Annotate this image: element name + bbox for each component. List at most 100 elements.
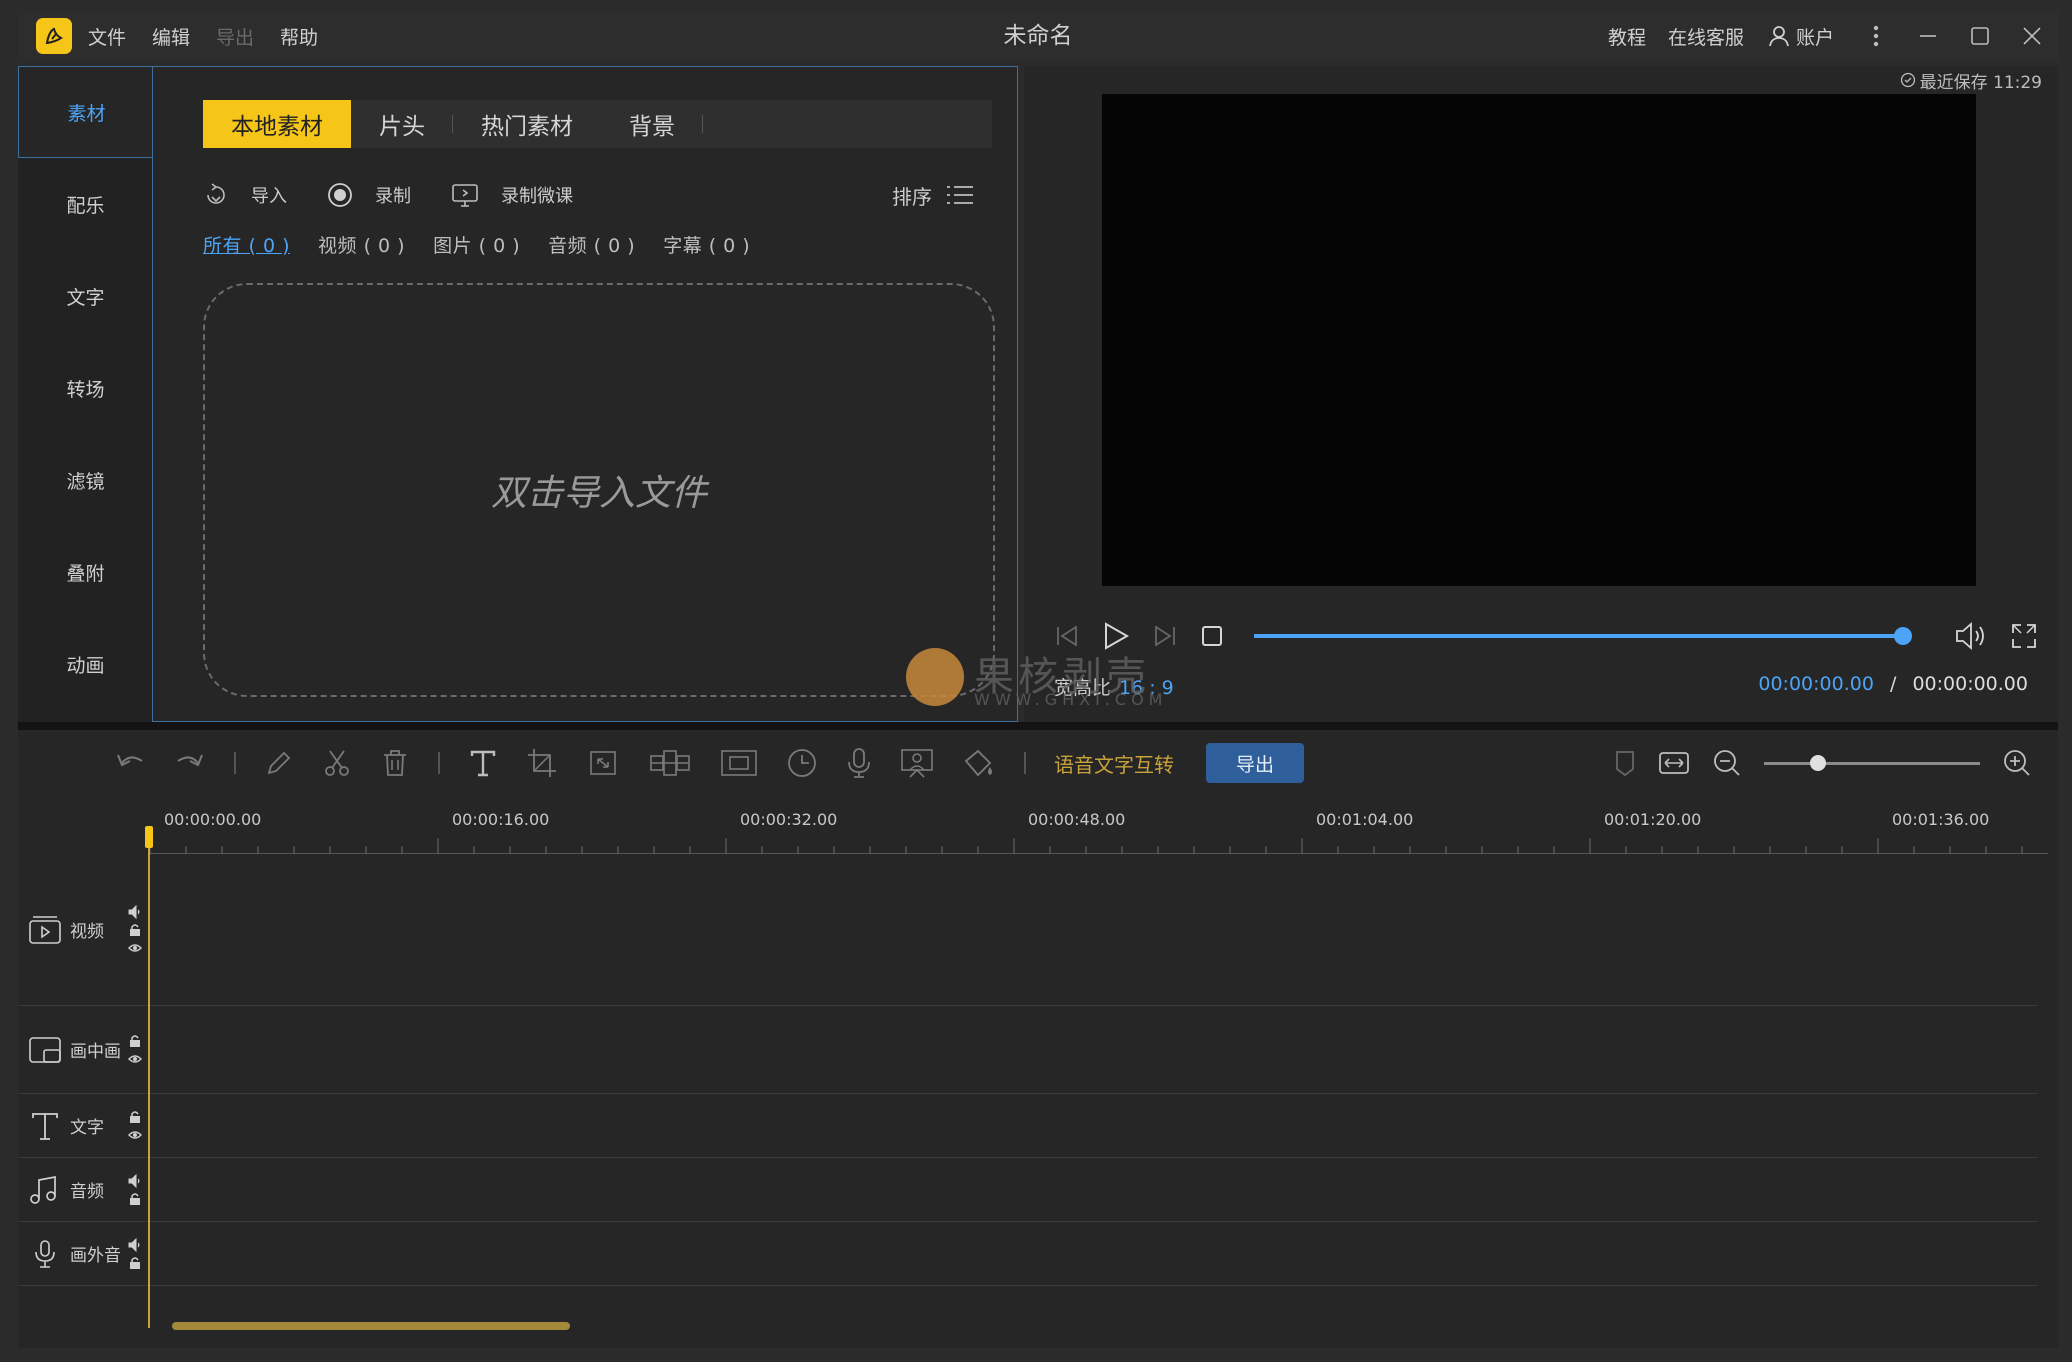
crop-button[interactable] <box>526 747 558 779</box>
media-toolbar: 导入 录制 录制微课 排序 <box>203 175 992 215</box>
nav-transition[interactable]: 转场 <box>18 342 153 434</box>
filter-image[interactable]: 图片 ( 0 ) <box>433 231 520 258</box>
fit-width-icon <box>1659 752 1689 774</box>
preview-screen <box>1102 94 1976 586</box>
timeline-horizontal-scrollbar[interactable] <box>172 1322 570 1330</box>
track-lock-icon[interactable] <box>128 1192 142 1206</box>
fullscreen-button[interactable] <box>2010 622 2038 650</box>
account-button[interactable]: 账户 <box>1766 23 1834 50</box>
track-lock-icon[interactable] <box>128 1110 142 1124</box>
mosaic-button[interactable] <box>648 748 692 778</box>
track-header-pip: 画中画 <box>28 1006 121 1093</box>
voiceover-button[interactable] <box>846 747 872 779</box>
nav-media[interactable]: 素材 <box>18 66 154 158</box>
track-mute-icon[interactable] <box>128 1237 142 1252</box>
resize-button[interactable] <box>586 747 620 779</box>
playback-progress[interactable] <box>1254 627 1912 645</box>
support-link[interactable]: 在线客服 <box>1668 23 1744 50</box>
track-pip[interactable]: 画中画 <box>18 1006 2038 1094</box>
nav-music[interactable]: 配乐 <box>18 158 153 250</box>
import-button[interactable]: 导入 <box>203 182 287 208</box>
screen-record-icon <box>452 184 478 207</box>
track-lock-icon[interactable] <box>128 1034 142 1048</box>
track-visibility-icon[interactable] <box>128 941 142 955</box>
zoom-slider-handle[interactable] <box>1810 754 1826 771</box>
filter-subtitle[interactable]: 字幕 ( 0 ) <box>663 231 750 258</box>
progress-handle[interactable] <box>1894 627 1912 645</box>
time-ruler[interactable]: 00:00:00.00 00:00:16.00 00:00:32.00 00:0… <box>148 796 2048 854</box>
tutorial-link[interactable]: 教程 <box>1608 23 1646 50</box>
tab-background[interactable]: 背景 <box>601 100 703 148</box>
stop-button[interactable] <box>1200 624 1224 648</box>
tab-local-media[interactable]: 本地素材 <box>203 100 351 148</box>
nav-overlay[interactable]: 叠附 <box>18 526 153 618</box>
filter-all[interactable]: 所有 ( 0 ) <box>203 231 290 258</box>
playhead-line[interactable] <box>148 828 150 1328</box>
track-audio[interactable]: 音频 <box>18 1158 2038 1222</box>
zoom-slider[interactable] <box>1764 754 1980 771</box>
video-track-icon <box>29 915 61 944</box>
text-tool-button[interactable] <box>468 748 498 778</box>
next-frame-icon <box>1155 625 1175 647</box>
delete-button[interactable] <box>380 748 410 778</box>
undo-button[interactable] <box>114 749 146 777</box>
volume-icon <box>1956 622 1984 650</box>
zoom-out-button[interactable] <box>1712 748 1742 778</box>
track-voiceover[interactable]: 画外音 <box>18 1222 2038 1286</box>
pencil-icon <box>267 751 291 775</box>
track-text[interactable]: 文字 <box>18 1094 2038 1158</box>
track-lock-icon[interactable] <box>128 1256 142 1270</box>
track-video[interactable]: 视频 <box>18 854 2038 1006</box>
title-bar: 文件 编辑 导出 帮助 未命名 教程 在线客服 账户 <box>18 10 2058 62</box>
zoom-in-button[interactable] <box>2002 748 2032 778</box>
maximize-button[interactable] <box>1954 10 2006 62</box>
import-dropzone[interactable]: 双击导入文件 <box>203 283 995 697</box>
track-visibility-icon[interactable] <box>128 1128 142 1142</box>
playhead-handle[interactable] <box>145 826 153 848</box>
prev-frame-button[interactable] <box>1054 623 1080 649</box>
marker-button[interactable] <box>1614 749 1636 777</box>
prev-frame-icon <box>1057 625 1077 647</box>
track-header-text: 文字 <box>28 1094 104 1157</box>
color-fill-button[interactable] <box>962 747 996 779</box>
speed-button[interactable] <box>786 747 818 779</box>
media-panel: 本地素材 片头 热门素材 背景 导入 录制 录制微课 排序 所有 (0) 视… <box>152 66 1018 722</box>
presenter-button[interactable] <box>900 747 934 779</box>
account-label: 账户 <box>1795 26 1834 49</box>
redo-button[interactable] <box>174 749 206 777</box>
filter-video[interactable]: 视频 ( 0 ) <box>318 231 405 258</box>
save-status: 最近保存 11:29 <box>1900 68 2042 93</box>
track-mute-icon[interactable] <box>128 904 142 919</box>
sort-button[interactable]: 排序 <box>892 175 974 215</box>
nav-text[interactable]: 文字 <box>18 250 153 342</box>
minimize-button[interactable] <box>1902 10 1954 62</box>
next-frame-button[interactable] <box>1152 623 1178 649</box>
microphone-icon <box>848 748 870 778</box>
fullscreen-icon <box>2012 624 2036 648</box>
menu-edit[interactable]: 编辑 <box>152 23 190 50</box>
nav-animation[interactable]: 动画 <box>18 618 153 710</box>
track-mute-icon[interactable] <box>128 1173 142 1188</box>
filter-audio[interactable]: 音频 ( 0 ) <box>548 231 635 258</box>
menu-help[interactable]: 帮助 <box>280 23 318 50</box>
edit-button[interactable] <box>264 748 294 778</box>
fit-timeline-button[interactable] <box>1658 750 1690 776</box>
volume-button[interactable] <box>1954 621 1988 651</box>
record-course-button[interactable]: 录制微课 <box>451 182 573 208</box>
menu-file[interactable]: 文件 <box>88 23 126 50</box>
tab-intro[interactable]: 片头 <box>351 100 453 148</box>
speech-to-text-button[interactable]: 语音文字互转 <box>1054 749 1174 778</box>
play-button[interactable] <box>1102 621 1130 651</box>
record-button[interactable]: 录制 <box>327 182 411 208</box>
track-lock-icon[interactable] <box>128 923 142 937</box>
close-button[interactable] <box>2006 10 2058 62</box>
menu-export[interactable]: 导出 <box>216 23 254 50</box>
split-button[interactable] <box>322 748 352 778</box>
more-menu-button[interactable] <box>1850 10 1902 62</box>
export-button[interactable]: 导出 <box>1206 743 1305 783</box>
nav-filter[interactable]: 滤镜 <box>18 434 153 526</box>
track-visibility-icon[interactable] <box>128 1052 142 1066</box>
freeze-frame-button[interactable] <box>720 748 758 778</box>
tab-popular[interactable]: 热门素材 <box>453 100 601 148</box>
ruler-label: 00:00:16.00 <box>452 810 550 829</box>
